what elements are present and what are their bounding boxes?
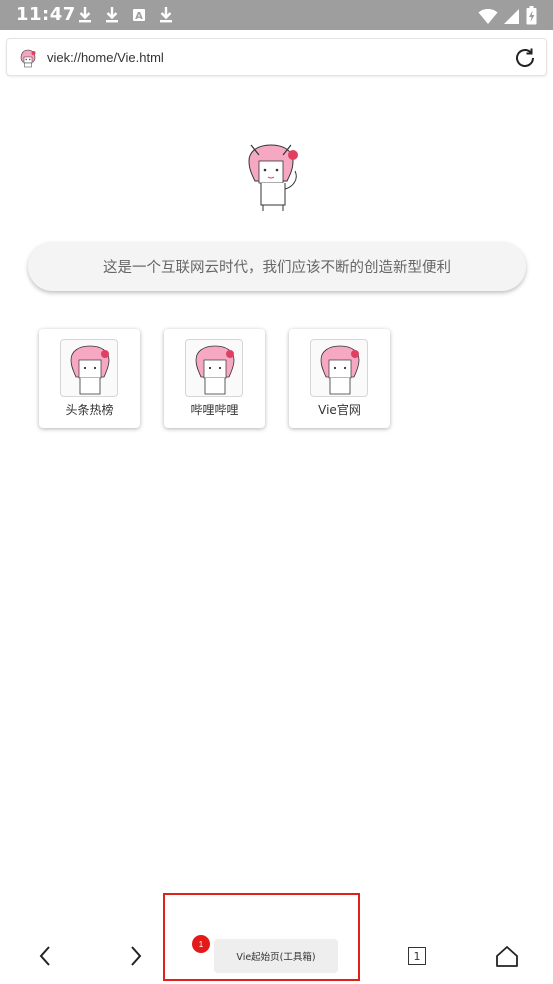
tile-label: 哔哩哔哩 <box>190 403 239 417</box>
tab-count: 1 <box>408 947 426 965</box>
address-bar[interactable]: viek://home/Vie.html <box>6 38 547 76</box>
anime-girl-icon <box>185 339 243 397</box>
download-icon <box>160 7 172 23</box>
download-icon <box>79 7 91 23</box>
anime-girl-favicon <box>20 49 36 68</box>
chevron-right-icon <box>131 946 142 966</box>
reload-icon[interactable] <box>512 45 538 71</box>
current-tab-button[interactable]: Vie起始页(工具箱) <box>214 939 338 973</box>
svg-text:A: A <box>135 11 143 22</box>
signal-icon <box>504 8 519 24</box>
notification-icons: A <box>76 5 175 25</box>
search-box[interactable]: 这是一个互联网云时代，我们应该不断的创造新型便利 <box>28 242 526 291</box>
quick-tiles: 头条热榜 哔哩哔哩 Vie官网 <box>39 329 390 428</box>
home-button[interactable] <box>493 942 521 970</box>
anime-girl-cat-logo <box>248 144 298 211</box>
anime-girl-icon <box>310 339 368 397</box>
wifi-icon <box>478 8 498 24</box>
tile-label: 头条热榜 <box>65 403 114 417</box>
forward-button[interactable] <box>122 942 150 970</box>
status-bar: 11:47 A <box>0 0 553 30</box>
anime-girl-icon <box>60 339 118 397</box>
tile-toutiao[interactable]: 头条热榜 <box>39 329 140 428</box>
search-text: 这是一个互联网云时代，我们应该不断的创造新型便利 <box>103 260 451 276</box>
download-icon <box>106 7 118 23</box>
url-text[interactable]: viek://home/Vie.html <box>47 50 164 65</box>
tabs-button[interactable]: 1 <box>403 942 431 970</box>
system-icons <box>478 6 537 25</box>
back-button[interactable] <box>31 942 59 970</box>
tile-bilibili[interactable]: 哔哩哔哩 <box>164 329 265 428</box>
notification-badge: 1 <box>192 935 210 953</box>
accessibility-icon: A <box>133 9 145 22</box>
tile-label: Vie官网 <box>318 403 361 417</box>
tile-vie-official[interactable]: Vie官网 <box>289 329 390 428</box>
home-icon <box>496 946 518 967</box>
current-tab-label: Vie起始页(工具箱) <box>236 952 316 963</box>
battery-charging-icon <box>526 6 537 25</box>
chevron-left-icon <box>39 946 50 966</box>
status-time: 11:47 <box>16 4 76 25</box>
